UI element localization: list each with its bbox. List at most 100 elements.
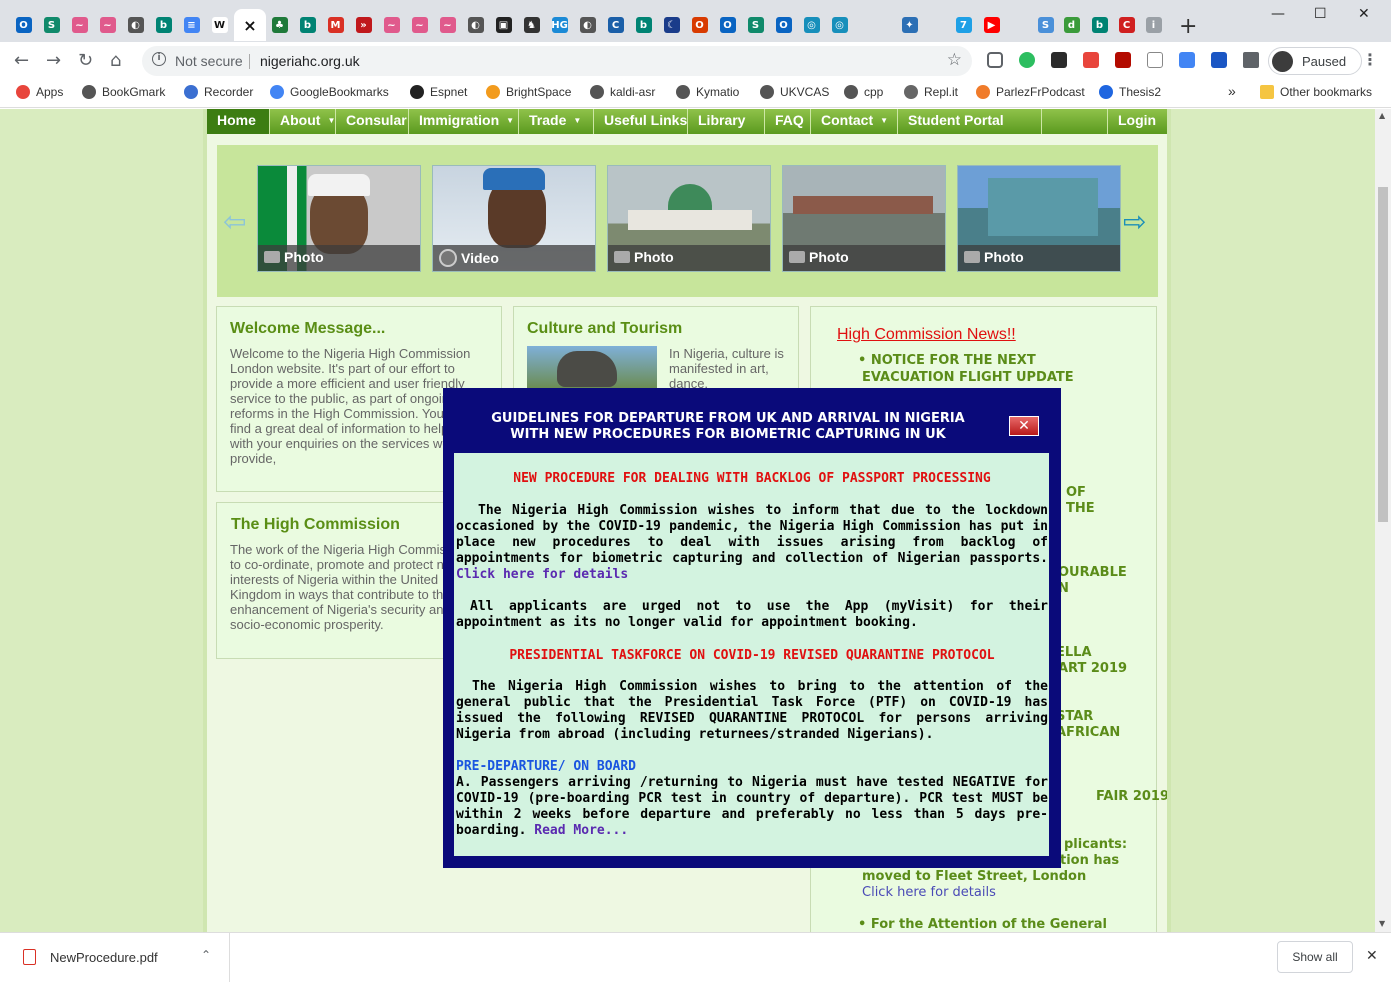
browser-tab[interactable]: ≡ bbox=[178, 9, 205, 41]
rt-icon[interactable] bbox=[1051, 52, 1067, 68]
browser-tab[interactable]: ~ bbox=[378, 9, 405, 41]
browser-tab[interactable]: M bbox=[322, 9, 349, 41]
bookmark-parlezfrpodcast[interactable]: ParlezFrPodcast bbox=[976, 85, 1085, 99]
bookmark-bookgmark[interactable]: BookGmark bbox=[82, 85, 165, 99]
translate-icon[interactable] bbox=[1179, 52, 1195, 68]
browser-tab[interactable]: ✦ bbox=[896, 9, 923, 41]
megaphone-icon[interactable] bbox=[1083, 52, 1099, 68]
browser-tab[interactable]: W bbox=[206, 9, 233, 41]
browser-tab[interactable]: ◎ bbox=[826, 9, 853, 41]
extensions-puzzle-icon[interactable] bbox=[1243, 52, 1259, 68]
chevron-up-icon[interactable]: ⌃ bbox=[201, 948, 211, 962]
browser-tab[interactable]: O bbox=[10, 9, 37, 41]
bookmark-kymatio[interactable]: Kymatio bbox=[676, 85, 739, 99]
bookmark-espnet[interactable]: Espnet bbox=[410, 85, 467, 99]
browser-tab[interactable]: ▶ bbox=[978, 9, 1005, 41]
news-item[interactable]: ART 2019 bbox=[1058, 661, 1127, 677]
slider-card[interactable]: Photo bbox=[607, 165, 771, 272]
browser-tab[interactable]: S bbox=[742, 9, 769, 41]
browser-tab[interactable]: ~ bbox=[406, 9, 433, 41]
news-item[interactable]: ELLA bbox=[1056, 645, 1092, 661]
browser-tab[interactable] bbox=[1006, 9, 1033, 41]
browser-tab[interactable]: HG bbox=[546, 9, 573, 41]
page-scrollbar[interactable]: ▲ ▼ bbox=[1375, 109, 1391, 932]
evernote-icon[interactable] bbox=[1019, 52, 1035, 68]
browser-tab[interactable]: ◐ bbox=[122, 9, 149, 41]
browser-tab[interactable]: ~ bbox=[66, 9, 93, 41]
news-item[interactable]: moved to Fleet Street, London bbox=[862, 869, 1086, 885]
close-window-button[interactable]: ✕ bbox=[1358, 6, 1370, 22]
nav-student-portal[interactable]: Student Portal bbox=[898, 109, 1042, 134]
pocket-icon[interactable] bbox=[987, 52, 1003, 68]
download-item[interactable]: NewProcedure.pdf ⌃ bbox=[0, 933, 230, 982]
browser-tab[interactable]: d bbox=[1058, 9, 1085, 41]
browser-tab[interactable]: ~ bbox=[434, 9, 461, 41]
info-icon[interactable]: i bbox=[152, 52, 166, 66]
scrollbar-thumb[interactable] bbox=[1378, 187, 1388, 522]
browser-tab[interactable]: i bbox=[1140, 9, 1167, 41]
bookmark-googlebookmarks[interactable]: GoogleBookmarks bbox=[270, 85, 389, 99]
nav-useful-links[interactable]: Useful Links bbox=[594, 109, 688, 134]
modal-close-button[interactable]: ✕ bbox=[1009, 416, 1039, 436]
browser-tab[interactable]: ~ bbox=[94, 9, 121, 41]
news-item[interactable]: STAR bbox=[1056, 709, 1093, 725]
browser-tab[interactable]: b bbox=[630, 9, 657, 41]
browser-tab[interactable]: C bbox=[1113, 9, 1140, 41]
browser-tab[interactable]: » bbox=[350, 9, 377, 41]
read-more-link[interactable]: Read More... bbox=[534, 823, 628, 838]
news-item[interactable]: tion has bbox=[1060, 853, 1119, 869]
bookmark-kaldi-asr[interactable]: kaldi-asr bbox=[590, 85, 655, 99]
chrome-menu-icon[interactable]: ⋮ bbox=[1362, 50, 1378, 69]
nav-library[interactable]: Library bbox=[688, 109, 765, 134]
news-item[interactable]: OURABLE bbox=[1058, 565, 1127, 581]
browser-tab[interactable]: O bbox=[770, 9, 797, 41]
browser-tab[interactable]: ♞ bbox=[518, 9, 545, 41]
bookmark-recorder[interactable]: Recorder bbox=[184, 85, 253, 99]
browser-tab[interactable] bbox=[854, 9, 881, 41]
news-item[interactable]: EVACUATION FLIGHT UPDATE bbox=[862, 370, 1074, 386]
new-tab-button[interactable]: + bbox=[1179, 14, 1197, 39]
nav-home[interactable]: Home bbox=[207, 109, 270, 134]
forward-icon[interactable]: → bbox=[46, 50, 61, 71]
nav-about[interactable]: About ▼ bbox=[270, 109, 336, 134]
news-item[interactable]: AFRICAN bbox=[1056, 725, 1120, 741]
news-item[interactable]: THE bbox=[1066, 501, 1095, 517]
bookmarks-overflow-icon[interactable]: » bbox=[1228, 83, 1236, 99]
url-text[interactable]: nigeriahc.org.uk bbox=[260, 53, 360, 69]
slider-card[interactable]: Video bbox=[432, 165, 596, 272]
browser-tab[interactable] bbox=[924, 9, 951, 41]
slider-card[interactable]: Photo bbox=[782, 165, 946, 272]
bookmark-star-icon[interactable]: ☆ bbox=[947, 50, 962, 70]
reload-icon[interactable]: ↻ bbox=[78, 50, 93, 71]
details-link[interactable]: Click here for details bbox=[456, 567, 628, 582]
browser-tab[interactable]: ◐ bbox=[574, 9, 601, 41]
bookmark-apps[interactable]: Apps bbox=[16, 85, 63, 99]
browser-tab[interactable]: 7 bbox=[950, 9, 977, 41]
nav-immigration[interactable]: Immigration ▼ bbox=[409, 109, 519, 134]
scroll-up-icon[interactable]: ▲ bbox=[1379, 111, 1385, 120]
news-item[interactable]: plicants: bbox=[1064, 837, 1127, 853]
browser-tab[interactable]: ◎ bbox=[798, 9, 825, 41]
news-item[interactable]: • NOTICE FOR THE NEXT bbox=[858, 353, 1036, 369]
slider-card[interactable]: Photo bbox=[957, 165, 1121, 272]
bookmark-cpp[interactable]: cpp bbox=[844, 85, 883, 99]
browser-tab[interactable]: ♣ bbox=[266, 9, 293, 41]
acrobat-icon[interactable] bbox=[1115, 52, 1131, 68]
nav-trade[interactable]: Trade ▼ bbox=[519, 109, 594, 134]
scroll-down-icon[interactable]: ▼ bbox=[1379, 919, 1385, 928]
slider-card[interactable]: Photo bbox=[257, 165, 421, 272]
home-icon[interactable]: ⌂ bbox=[110, 50, 121, 71]
close-icon[interactable]: × bbox=[242, 16, 258, 35]
news-item[interactable]: • For the Attention of the General bbox=[858, 917, 1107, 932]
bookmark-repl-it[interactable]: Repl.it bbox=[904, 85, 958, 99]
slider-next-arrow-icon[interactable]: ⇨ bbox=[1123, 205, 1146, 238]
bookmark-ukvcas[interactable]: UKVCAS bbox=[760, 85, 829, 99]
news-details-link[interactable]: Click here for details bbox=[862, 885, 996, 900]
nav-faq[interactable]: FAQ bbox=[765, 109, 811, 134]
browser-tab[interactable]: b bbox=[1086, 9, 1113, 41]
maximize-button[interactable]: ☐ bbox=[1314, 6, 1327, 22]
minimize-button[interactable]: — bbox=[1271, 6, 1285, 22]
show-all-button[interactable]: Show all bbox=[1277, 941, 1353, 973]
news-title[interactable]: High Commission News!! bbox=[837, 326, 1016, 344]
browser-tab[interactable]: O bbox=[714, 9, 741, 41]
